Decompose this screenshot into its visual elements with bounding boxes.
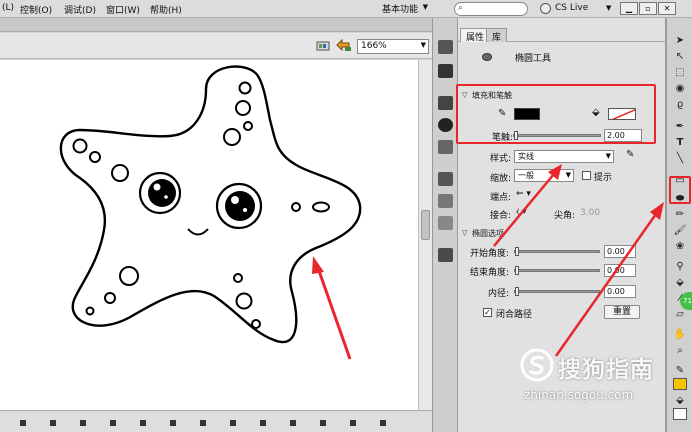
brush-tool-icon[interactable]: 🖌: [673, 224, 687, 236]
watermark-url: zhinan.sogou.com: [524, 388, 634, 402]
pen-tool-icon[interactable]: ✒: [673, 120, 687, 132]
bubble: [72, 138, 88, 154]
bubble: [235, 292, 253, 310]
info-panel-icon[interactable]: [438, 118, 453, 132]
workspace-label: 基本功能: [382, 5, 419, 15]
bubble: [312, 201, 330, 213]
3d-rotation-tool-icon[interactable]: ◉: [673, 82, 687, 94]
swap-colors-icon[interactable]: ⬙: [673, 394, 687, 406]
pencil-tool-icon[interactable]: ✏: [673, 208, 687, 220]
bubble: [233, 273, 243, 283]
tools-panel: ➤ ↖ ⬚ ◉ ϱ ✒ T ╲ ▭ ⬬ ✏ 🖌 ❀ ⚲ ⬙ ⁄ ▱ ✋ ⌕ ✎ …: [666, 18, 692, 432]
free-transform-tool-icon[interactable]: ⬚: [673, 66, 687, 78]
fill-color-swatch-tool[interactable]: [673, 378, 687, 390]
bubble: [111, 164, 129, 182]
search-input[interactable]: ⌕: [454, 2, 528, 16]
panel-icon-strip: [432, 18, 458, 432]
chevron-down-icon: ▼: [420, 41, 426, 49]
stroke-color-icon[interactable]: ✎: [673, 364, 687, 376]
code-snippets-icon[interactable]: [438, 172, 453, 186]
stage-canvas[interactable]: [0, 60, 418, 410]
edit-scene-icon[interactable]: [336, 38, 352, 52]
left-pupil: [148, 179, 176, 207]
deco-tool-icon[interactable]: ❀: [673, 240, 687, 252]
starfish-drawing: [59, 65, 362, 360]
zoom-tool-icon[interactable]: ⌕: [673, 344, 687, 356]
bubble: [251, 319, 261, 329]
notification-badge[interactable]: 71: [680, 292, 692, 310]
maximize-button[interactable]: ▫: [639, 2, 657, 15]
menu-item-debug[interactable]: 调试(D): [64, 3, 96, 16]
swatches-panel-icon[interactable]: [438, 64, 453, 78]
right-pupil: [225, 191, 255, 221]
transform-panel-icon[interactable]: [438, 140, 453, 154]
hand-tool-icon[interactable]: ✋: [673, 328, 687, 340]
line-tool-icon[interactable]: ╲: [673, 152, 687, 164]
subselection-tool-icon[interactable]: ↖: [673, 50, 687, 62]
bubble: [85, 306, 95, 316]
selection-tool-icon[interactable]: ➤: [673, 34, 687, 46]
zoom-value: 166%: [361, 41, 387, 51]
workspace-switcher[interactable]: 基本功能 ▼: [372, 1, 428, 16]
chevron-down-icon: ▼: [606, 4, 612, 12]
zoom-select[interactable]: 166% ▼: [357, 39, 429, 54]
watermark-text: 搜狗指南: [558, 357, 654, 383]
close-button[interactable]: ✕: [658, 2, 676, 15]
bubble: [119, 266, 139, 286]
bubble: [243, 121, 253, 131]
bubble: [223, 128, 241, 146]
bone-tool-icon[interactable]: ⚲: [673, 260, 687, 272]
highlight-oval-tool: [669, 176, 691, 204]
bubble: [104, 292, 116, 304]
timeline-strip: [0, 410, 432, 432]
paint-bucket-tool-icon[interactable]: ⬙: [673, 276, 687, 288]
smile: [187, 228, 209, 236]
stage-vertical-scrollbar[interactable]: [418, 60, 432, 410]
align-panel-icon[interactable]: [438, 96, 453, 110]
edit-toolbar: 166% ▼: [0, 33, 432, 59]
cs-live-label: CS Live: [555, 3, 589, 13]
color-panel-icon[interactable]: [438, 40, 453, 54]
scrollbar-thumb[interactable]: [421, 210, 430, 240]
menu-item-control[interactable]: 控制(O): [20, 3, 52, 16]
chevron-down-icon: ▼: [422, 3, 428, 11]
components-icon[interactable]: [438, 194, 453, 208]
menu-item-1[interactable]: (L): [2, 3, 14, 13]
sogou-logo-icon: [520, 348, 554, 382]
bubble: [235, 100, 251, 116]
motion-presets-icon[interactable]: [438, 216, 453, 230]
edit-symbol-icon[interactable]: [316, 39, 330, 52]
menubar: (L) 控制(O) 调试(D) 窗口(W) 帮助(H) 基本功能 ▼ ⌕ CS …: [0, 0, 692, 18]
cs-live-button[interactable]: CS Live ▼: [540, 2, 614, 16]
project-panel-icon[interactable]: [438, 248, 453, 262]
search-icon: ⌕: [458, 3, 464, 13]
menu-item-window[interactable]: 窗口(W): [106, 3, 140, 16]
minimize-button[interactable]: ▁: [620, 2, 638, 15]
lasso-tool-icon[interactable]: ϱ: [673, 98, 687, 110]
document-tab-bar: [0, 18, 432, 32]
no-color-icon[interactable]: [673, 408, 687, 420]
eraser-tool-icon[interactable]: ▱: [673, 308, 687, 320]
menu-item-help[interactable]: 帮助(H): [150, 3, 182, 16]
cs-live-icon: [540, 3, 551, 14]
bubble: [291, 202, 301, 212]
bubble: [238, 81, 252, 95]
bubble: [89, 151, 101, 163]
text-tool-icon[interactable]: T: [673, 136, 687, 148]
